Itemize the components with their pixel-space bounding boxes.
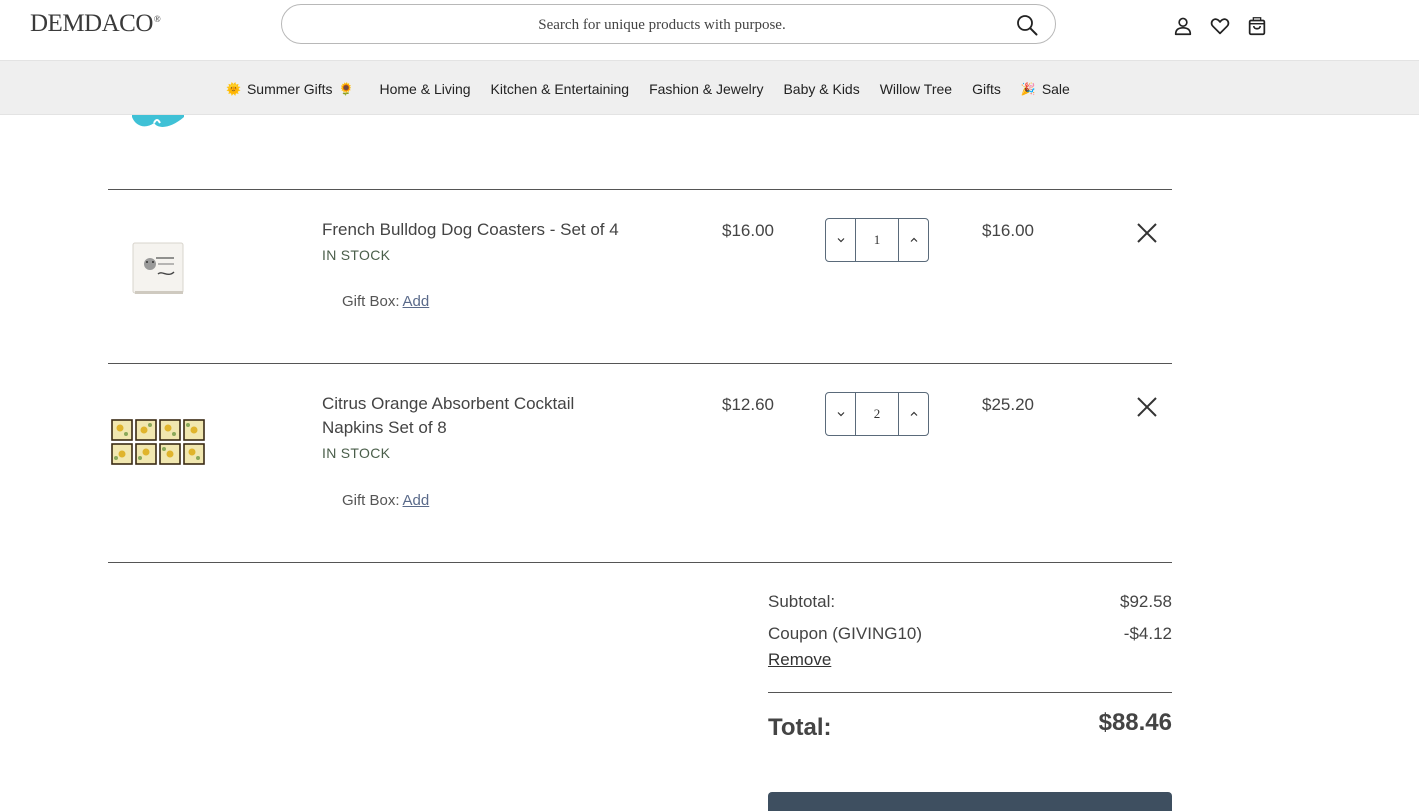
gift-box-option: Gift Box: Add <box>342 293 429 310</box>
chevron-up-icon <box>910 411 917 416</box>
logo[interactable]: DEMDACO® <box>30 10 161 38</box>
search-icon[interactable] <box>1015 13 1039 37</box>
nav-item-baby-kids[interactable]: Baby & Kids <box>783 81 859 97</box>
party-popper-emoji-icon: 🎉 <box>1020 81 1036 96</box>
checkout-button[interactable] <box>768 792 1172 811</box>
nav-item-home-living[interactable]: Home & Living <box>379 81 470 97</box>
decrease-quantity-button[interactable] <box>826 219 856 261</box>
quantity-stepper: 1 <box>825 218 929 262</box>
gift-box-add-link[interactable]: Add <box>403 293 430 310</box>
nav-item-summer-gifts[interactable]: 🌞 Summer Gifts 🌻 <box>226 81 359 97</box>
total-label: Total: <box>768 714 832 741</box>
napkins-product-image[interactable] <box>110 418 206 466</box>
increase-quantity-button[interactable] <box>898 393 928 435</box>
account-icon[interactable] <box>1172 15 1194 37</box>
summary-divider <box>768 692 1172 693</box>
cart-item-row: Citrus Orange Absorbent Cocktail Napkins… <box>108 364 1172 562</box>
nav-label: Gifts <box>972 80 1001 97</box>
chevron-down-icon <box>837 238 844 243</box>
subtotal-label: Subtotal: <box>768 592 836 611</box>
decrease-quantity-button[interactable] <box>826 393 856 435</box>
shopping-bag-icon[interactable] <box>1246 15 1268 37</box>
product-title[interactable]: Citrus Orange Absorbent Cocktail Napkins… <box>322 392 622 440</box>
stock-status: IN STOCK <box>322 247 391 263</box>
nav-label: Sale <box>1041 80 1070 97</box>
quantity-value[interactable]: 1 <box>856 219 898 261</box>
nav-label: Home & Living <box>379 80 471 97</box>
cart-item-row: French Bulldog Dog Coasters - Set of 4 I… <box>108 190 1172 363</box>
remove-item-close-icon[interactable] <box>1134 394 1160 420</box>
nav-item-sale[interactable]: 🎉 Sale <box>1021 81 1070 97</box>
main-navigation: 🌞 Summer Gifts 🌻 Home & Living Kitchen &… <box>0 60 1419 115</box>
line-total: $25.20 <box>982 395 1034 414</box>
line-total: $16.00 <box>982 221 1034 240</box>
gift-box-label: Gift Box: <box>342 492 400 509</box>
row-divider <box>108 562 1172 563</box>
nav-item-gifts[interactable]: Gifts <box>972 81 1001 97</box>
logo-registered-mark: ® <box>153 13 161 24</box>
gift-box-option: Gift Box: Add <box>342 492 429 509</box>
sunflower-emoji-icon: 🌻 <box>338 81 354 96</box>
subtotal-value: $92.58 <box>1120 592 1172 611</box>
increase-quantity-button[interactable] <box>898 219 928 261</box>
remove-item-close-icon[interactable] <box>1134 220 1160 246</box>
nav-label: Summer Gifts <box>246 80 333 97</box>
logo-text: DEMDACO <box>30 10 153 37</box>
search-bar <box>281 4 1056 44</box>
nav-label: Baby & Kids <box>783 80 860 97</box>
chevron-up-icon <box>910 237 917 242</box>
nav-label: Fashion & Jewelry <box>649 80 764 97</box>
quantity-stepper: 2 <box>825 392 929 436</box>
total-value: $88.46 <box>1098 709 1172 736</box>
nav-label: Willow Tree <box>879 80 953 97</box>
coupon-label: Coupon (GIVING10) <box>768 624 923 643</box>
stock-status: IN STOCK <box>322 445 391 461</box>
gift-box-add-link[interactable]: Add <box>403 492 430 509</box>
product-title[interactable]: French Bulldog Dog Coasters - Set of 4 <box>322 218 622 242</box>
coupon-value: -$4.12 <box>1123 624 1172 643</box>
sun-emoji-icon: 🌞 <box>226 81 241 96</box>
gift-box-label: Gift Box: <box>342 293 400 310</box>
nav-label: Kitchen & Entertaining <box>490 80 630 97</box>
nav-item-kitchen-entertaining[interactable]: Kitchen & Entertaining <box>491 81 630 97</box>
quantity-value[interactable]: 2 <box>856 393 898 435</box>
unit-price: $16.00 <box>722 221 774 240</box>
chevron-down-icon <box>837 412 844 417</box>
unit-price: $12.60 <box>722 395 774 414</box>
coaster-product-image[interactable] <box>130 240 186 296</box>
nav-item-willow-tree[interactable]: Willow Tree <box>880 81 952 97</box>
wishlist-heart-icon[interactable] <box>1209 15 1231 37</box>
search-input[interactable] <box>302 13 1022 37</box>
remove-coupon-link[interactable]: Remove <box>768 650 831 670</box>
site-header: DEMDACO® <box>0 0 1419 60</box>
nav-item-fashion-jewelry[interactable]: Fashion & Jewelry <box>649 81 763 97</box>
previous-item-thumbnail <box>132 115 184 127</box>
